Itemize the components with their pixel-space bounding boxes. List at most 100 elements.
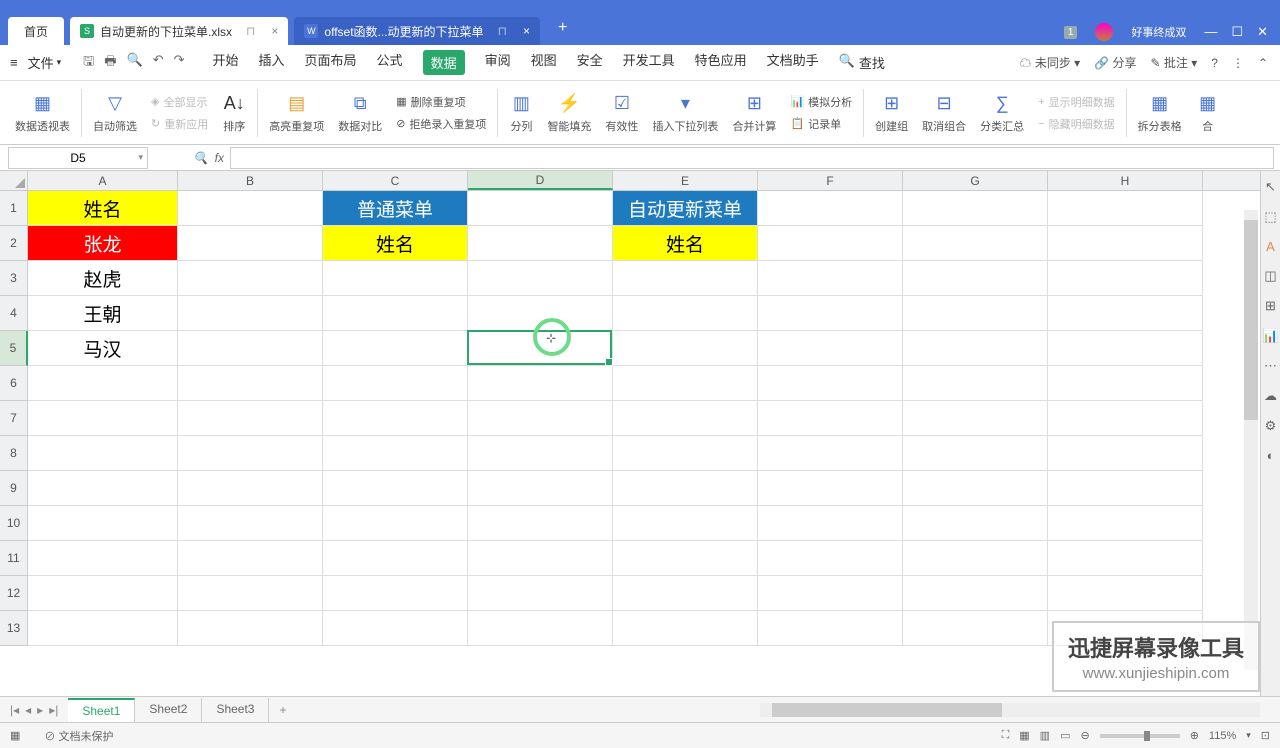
view-normal-icon[interactable]: ⛶ (1002, 729, 1010, 742)
cell-A2[interactable]: 张龙 (28, 226, 178, 261)
redo-icon[interactable]: ↷ (174, 52, 185, 74)
hide-detail-button[interactable]: −隐藏明细数据 (1038, 116, 1114, 132)
menu-tab-开发工具[interactable]: 开发工具 (623, 50, 675, 75)
avatar[interactable] (1095, 23, 1113, 41)
col-header-C[interactable]: C (323, 171, 468, 190)
cell-C7[interactable] (323, 401, 468, 436)
cell-A13[interactable] (28, 611, 178, 646)
tab-home[interactable]: 首页 (8, 17, 64, 45)
hamburger-icon[interactable]: ≡ (10, 55, 18, 70)
row-header-2[interactable]: 2 (0, 226, 28, 261)
chart-icon[interactable]: 📊 (1262, 328, 1278, 344)
cell-H1[interactable] (1048, 191, 1203, 226)
cell-F2[interactable] (758, 226, 903, 261)
cell-C12[interactable] (323, 576, 468, 611)
cell-F3[interactable] (758, 261, 903, 296)
cell-A7[interactable] (28, 401, 178, 436)
cell-G1[interactable] (903, 191, 1048, 226)
notif-badge[interactable]: 1 (1064, 26, 1078, 39)
zoom-out-icon[interactable]: ⊖ (1080, 729, 1089, 742)
cell-A10[interactable] (28, 506, 178, 541)
cell-G10[interactable] (903, 506, 1048, 541)
cell-G9[interactable] (903, 471, 1048, 506)
cell-F9[interactable] (758, 471, 903, 506)
cell-G5[interactable] (903, 331, 1048, 366)
row-header-8[interactable]: 8 (0, 436, 28, 471)
cell-B6[interactable] (178, 366, 323, 401)
protect-status[interactable]: ⊘ 文档未保护 (44, 728, 113, 744)
file-menu[interactable]: 文件▾ (28, 53, 62, 72)
menu-tab-审阅[interactable]: 审阅 (485, 50, 511, 75)
cell-H4[interactable] (1048, 296, 1203, 331)
horizontal-scrollbar[interactable] (760, 703, 1260, 717)
cell-A6[interactable] (28, 366, 178, 401)
menu-tab-数据[interactable]: 数据 (423, 50, 465, 75)
cell-B11[interactable] (178, 541, 323, 576)
undo-icon[interactable]: ↶ (153, 52, 164, 74)
cell-E5[interactable] (613, 331, 758, 366)
row-header-5[interactable]: 5 (0, 331, 28, 366)
share-button[interactable]: 🔗 分享 (1094, 54, 1136, 71)
highlight-dup-button[interactable]: ▤高亮重复项 (262, 81, 331, 144)
cell-C11[interactable] (323, 541, 468, 576)
autofilter-button[interactable]: ▽自动筛选 (86, 81, 144, 144)
tab-file-1[interactable]: S 自动更新的下拉菜单.xlsx ⊓ × (70, 17, 288, 45)
cell-H7[interactable] (1048, 401, 1203, 436)
row-header-1[interactable]: 1 (0, 191, 28, 226)
cell-A4[interactable]: 王朝 (28, 296, 178, 331)
cell-B5[interactable] (178, 331, 323, 366)
cell-B10[interactable] (178, 506, 323, 541)
data-compare-button[interactable]: ⧉数据对比 (331, 81, 389, 144)
col-header-B[interactable]: B (178, 171, 323, 190)
theme-icon[interactable]: ◐ (1267, 448, 1275, 463)
cell-F8[interactable] (758, 436, 903, 471)
cell-B12[interactable] (178, 576, 323, 611)
style-icon[interactable]: A (1266, 239, 1275, 254)
cell-A1[interactable]: 姓名 (28, 191, 178, 226)
cell-D9[interactable] (468, 471, 613, 506)
menu-tab-插入[interactable]: 插入 (259, 50, 285, 75)
preview-icon[interactable]: 🔍 (127, 52, 143, 74)
cell-B8[interactable] (178, 436, 323, 471)
zoom-level[interactable]: 115% (1209, 730, 1236, 742)
cell-B4[interactable] (178, 296, 323, 331)
menu-tab-视图[interactable]: 视图 (531, 50, 557, 75)
consolidate-button[interactable]: ⊞合并计算 (725, 81, 783, 144)
cursor-icon[interactable]: ↖ (1265, 179, 1276, 195)
cell-E1[interactable]: 自动更新菜单 (613, 191, 758, 226)
row-header-9[interactable]: 9 (0, 471, 28, 506)
cell-A3[interactable]: 赵虎 (28, 261, 178, 296)
formula-bar[interactable] (230, 147, 1274, 169)
col-header-E[interactable]: E (613, 171, 758, 190)
col-header-A[interactable]: A (28, 171, 178, 190)
cell-E2[interactable]: 姓名 (613, 226, 758, 261)
cell-H3[interactable] (1048, 261, 1203, 296)
cell-C8[interactable] (323, 436, 468, 471)
cell-E4[interactable] (613, 296, 758, 331)
pivot-button[interactable]: ▦数据透视表 (8, 81, 77, 144)
col-header-H[interactable]: H (1048, 171, 1203, 190)
cell-D10[interactable] (468, 506, 613, 541)
whatif-button[interactable]: 📊模拟分析 (790, 94, 852, 110)
pin-icon[interactable]: ⊓ (498, 24, 507, 38)
cell-H10[interactable] (1048, 506, 1203, 541)
cell-F1[interactable] (758, 191, 903, 226)
row-header-12[interactable]: 12 (0, 576, 28, 611)
cell-E10[interactable] (613, 506, 758, 541)
select-all-corner[interactable] (0, 171, 28, 191)
tab-file-2[interactable]: W offset函数...动更新的下拉菜单 ⊓ × (294, 17, 540, 45)
cell-D11[interactable] (468, 541, 613, 576)
cell-G11[interactable] (903, 541, 1048, 576)
cell-G4[interactable] (903, 296, 1048, 331)
select-tool-icon[interactable]: ⬚ (1264, 209, 1276, 225)
zoom-slider[interactable] (1100, 734, 1180, 738)
row-header-10[interactable]: 10 (0, 506, 28, 541)
row-header-13[interactable]: 13 (0, 611, 28, 646)
cell-C6[interactable] (323, 366, 468, 401)
cell-B1[interactable] (178, 191, 323, 226)
cell-D3[interactable] (468, 261, 613, 296)
row-header-3[interactable]: 3 (0, 261, 28, 296)
cell-D4[interactable] (468, 296, 613, 331)
save-icon[interactable]: 🖫 (83, 52, 94, 74)
cell-A5[interactable]: 马汉 (28, 331, 178, 366)
